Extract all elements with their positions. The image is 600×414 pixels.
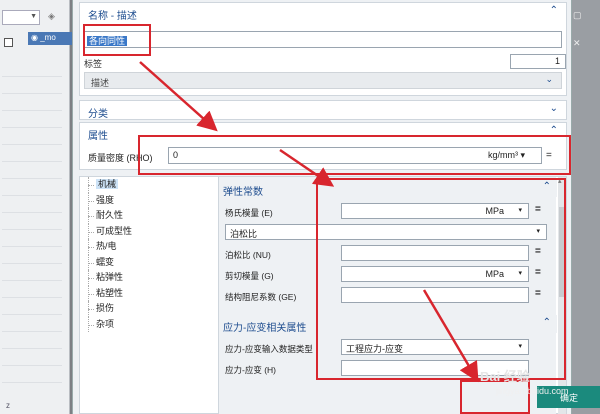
watermark-logo: Bai 经验 xyxy=(480,369,530,384)
arrow-to-density xyxy=(139,61,218,132)
arrow-to-elastic xyxy=(279,148,335,187)
watermark-url: jingyan.baidu.com xyxy=(496,386,569,396)
annotation-arrows xyxy=(139,61,479,383)
arrow-to-ok xyxy=(422,289,479,383)
